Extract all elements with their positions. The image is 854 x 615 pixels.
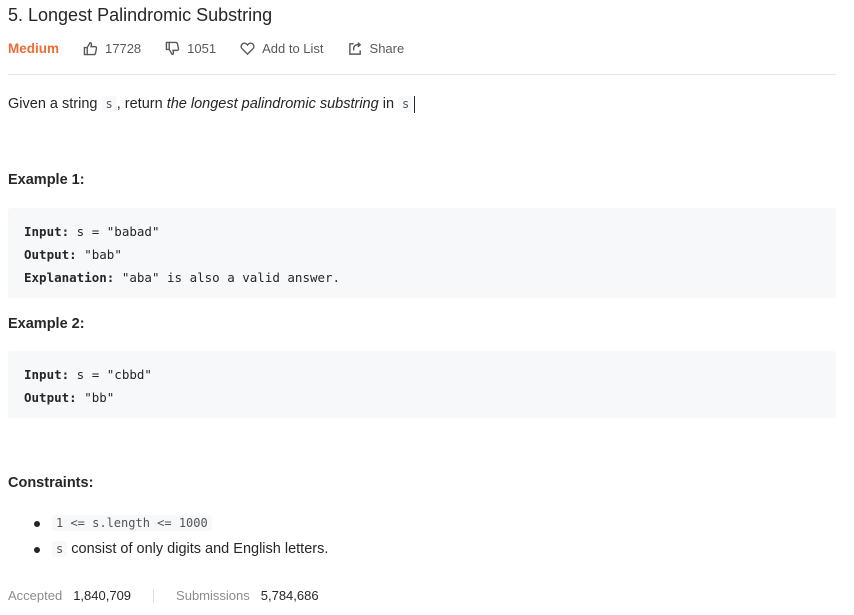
problem-title: 5. Longest Palindromic Substring [8,5,273,25]
submission-stats: Accepted 1,840,709 Submissions 5,784,686 [8,588,319,603]
desc-text: , return [116,96,167,112]
output-value: "bb" [76,390,115,405]
inline-code: s [398,96,414,112]
list-item: s consist of only digits and English let… [8,536,328,562]
input-label: Input: [24,224,70,239]
output-label: Output: [24,247,77,262]
desc-text: in [378,96,399,112]
desc-emphasis: the longest palindromic substring [166,96,379,112]
like-count: 17728 [105,40,142,56]
input-value: s = "babad" [69,224,160,239]
dislike-button[interactable]: 1051 [165,41,216,56]
add-to-list-label: Add to List [262,40,324,56]
stats-divider [153,588,155,603]
submissions-label: Submissions [176,588,250,603]
add-to-list-button[interactable]: Add to List [240,40,324,56]
problem-description: Given a string s, return the longest pal… [8,93,416,115]
thumbs-up-icon [83,41,98,55]
difficulty-badge: Medium [8,40,60,56]
output-value: "bab" [76,247,122,262]
desc-text: Given a string [8,96,102,112]
input-value: s = "cbbd" [69,367,152,382]
problem-meta-bar: Medium 17728 1051 Add to List Share [8,38,428,58]
share-icon [348,41,361,55]
example-2-block: Input: s = "cbbd" Output: "bb" [8,351,836,418]
list-item: 1 <= s.length <= 1000 [8,510,328,536]
header-divider [8,74,836,75]
explanation-value: "aba" is also a valid answer. [114,270,341,285]
explanation-label: Explanation: [24,270,115,285]
share-button[interactable]: Share [348,40,405,56]
inline-code: s [52,541,68,557]
heart-icon [240,41,255,55]
example-1-block: Input: s = "babad" Output: "bab" Explana… [8,208,836,298]
accepted-label: Accepted [8,588,63,603]
share-label: Share [369,40,405,56]
text-caret [414,95,416,113]
thumbs-down-icon [165,41,180,55]
submissions-value: 5,784,686 [260,588,319,603]
output-label: Output: [24,390,77,405]
input-label: Input: [24,367,70,382]
constraints-heading: Constraints: [8,475,94,491]
dislike-count: 1051 [187,40,217,56]
accepted-value: 1,840,709 [73,588,132,603]
inline-code: 1 <= s.length <= 1000 [52,515,212,531]
example-2-heading: Example 2: [8,316,85,332]
like-button[interactable]: 17728 [83,41,141,56]
example-1-heading: Example 1: [8,172,85,188]
constraint-text: consist of only digits and English lette… [67,541,329,557]
constraints-list: 1 <= s.length <= 1000 s consist of only … [8,510,328,562]
inline-code: s [101,96,117,112]
